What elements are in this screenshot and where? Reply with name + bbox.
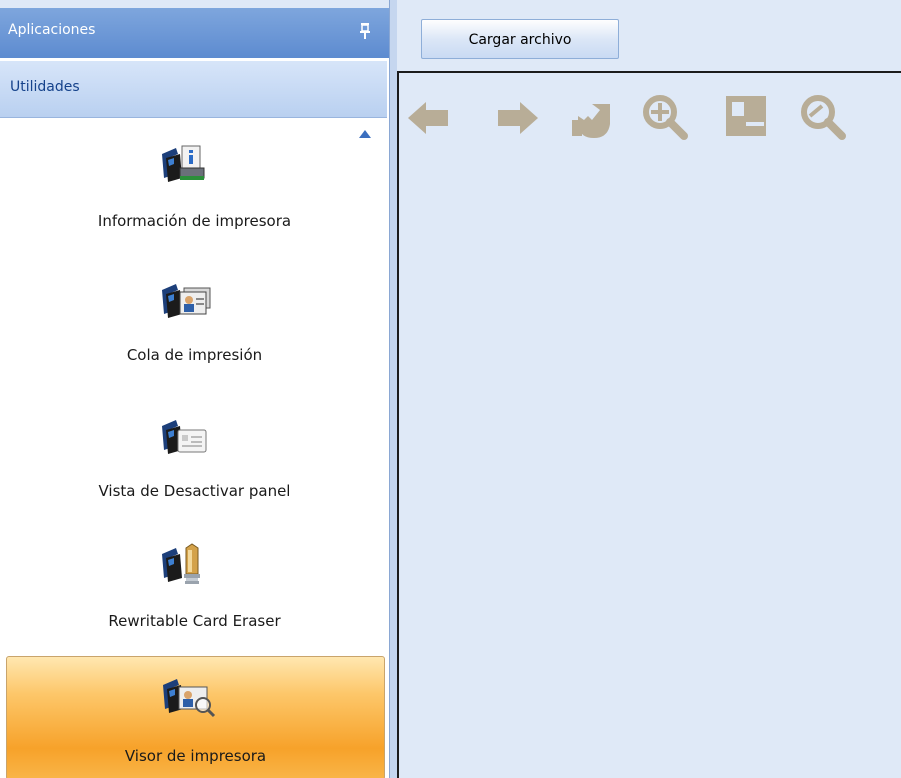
card-eraser-icon xyxy=(162,543,200,584)
printer-info-icon xyxy=(162,145,205,182)
sidebar-item-print-queue[interactable]: Cola de impresión xyxy=(0,266,389,386)
load-file-button[interactable]: Cargar archivo xyxy=(421,19,619,59)
category-utilities[interactable]: Utilidades xyxy=(0,61,387,118)
disable-panel-view-icon xyxy=(162,420,207,454)
sidebar-item-disable-panel-view[interactable]: Vista de Desactivar panel xyxy=(0,400,389,520)
zoom-in-icon[interactable] xyxy=(638,92,694,144)
sidebar-item-label: Cola de impresión xyxy=(126,346,263,364)
panel-title: Aplicaciones xyxy=(8,22,96,38)
print-queue-icon xyxy=(162,284,211,318)
sidebar-item-label: Visor de impresora xyxy=(124,747,267,765)
sidebar-item-card-eraser[interactable]: Rewritable Card Eraser xyxy=(0,534,389,654)
rotate-icon[interactable] xyxy=(564,92,620,144)
sidebar-item-label: Información de impresora xyxy=(97,212,292,230)
panel-top-strip xyxy=(0,0,389,8)
sidebar-item-printer-viewer[interactable]: Visor de impresora xyxy=(6,656,385,778)
sidebar-item-label: Vista de Desactivar panel xyxy=(98,482,291,500)
sidebar-item-label: Rewritable Card Eraser xyxy=(108,612,281,630)
arrow-right-icon[interactable] xyxy=(486,92,542,144)
sidebar-item-printer-info[interactable]: Información de impresora xyxy=(0,130,389,250)
pin-icon[interactable] xyxy=(358,22,372,40)
panel-header: Aplicaciones xyxy=(0,8,389,58)
zoom-out-icon[interactable] xyxy=(796,92,852,144)
applications-panel: Aplicaciones Utilidades Información de i… xyxy=(0,0,389,778)
printer-viewer-icon xyxy=(163,679,216,718)
arrow-left-icon[interactable] xyxy=(404,92,460,144)
category-label: Utilidades xyxy=(10,79,80,95)
viewer-canvas xyxy=(397,71,901,778)
fit-page-icon[interactable] xyxy=(720,92,776,144)
